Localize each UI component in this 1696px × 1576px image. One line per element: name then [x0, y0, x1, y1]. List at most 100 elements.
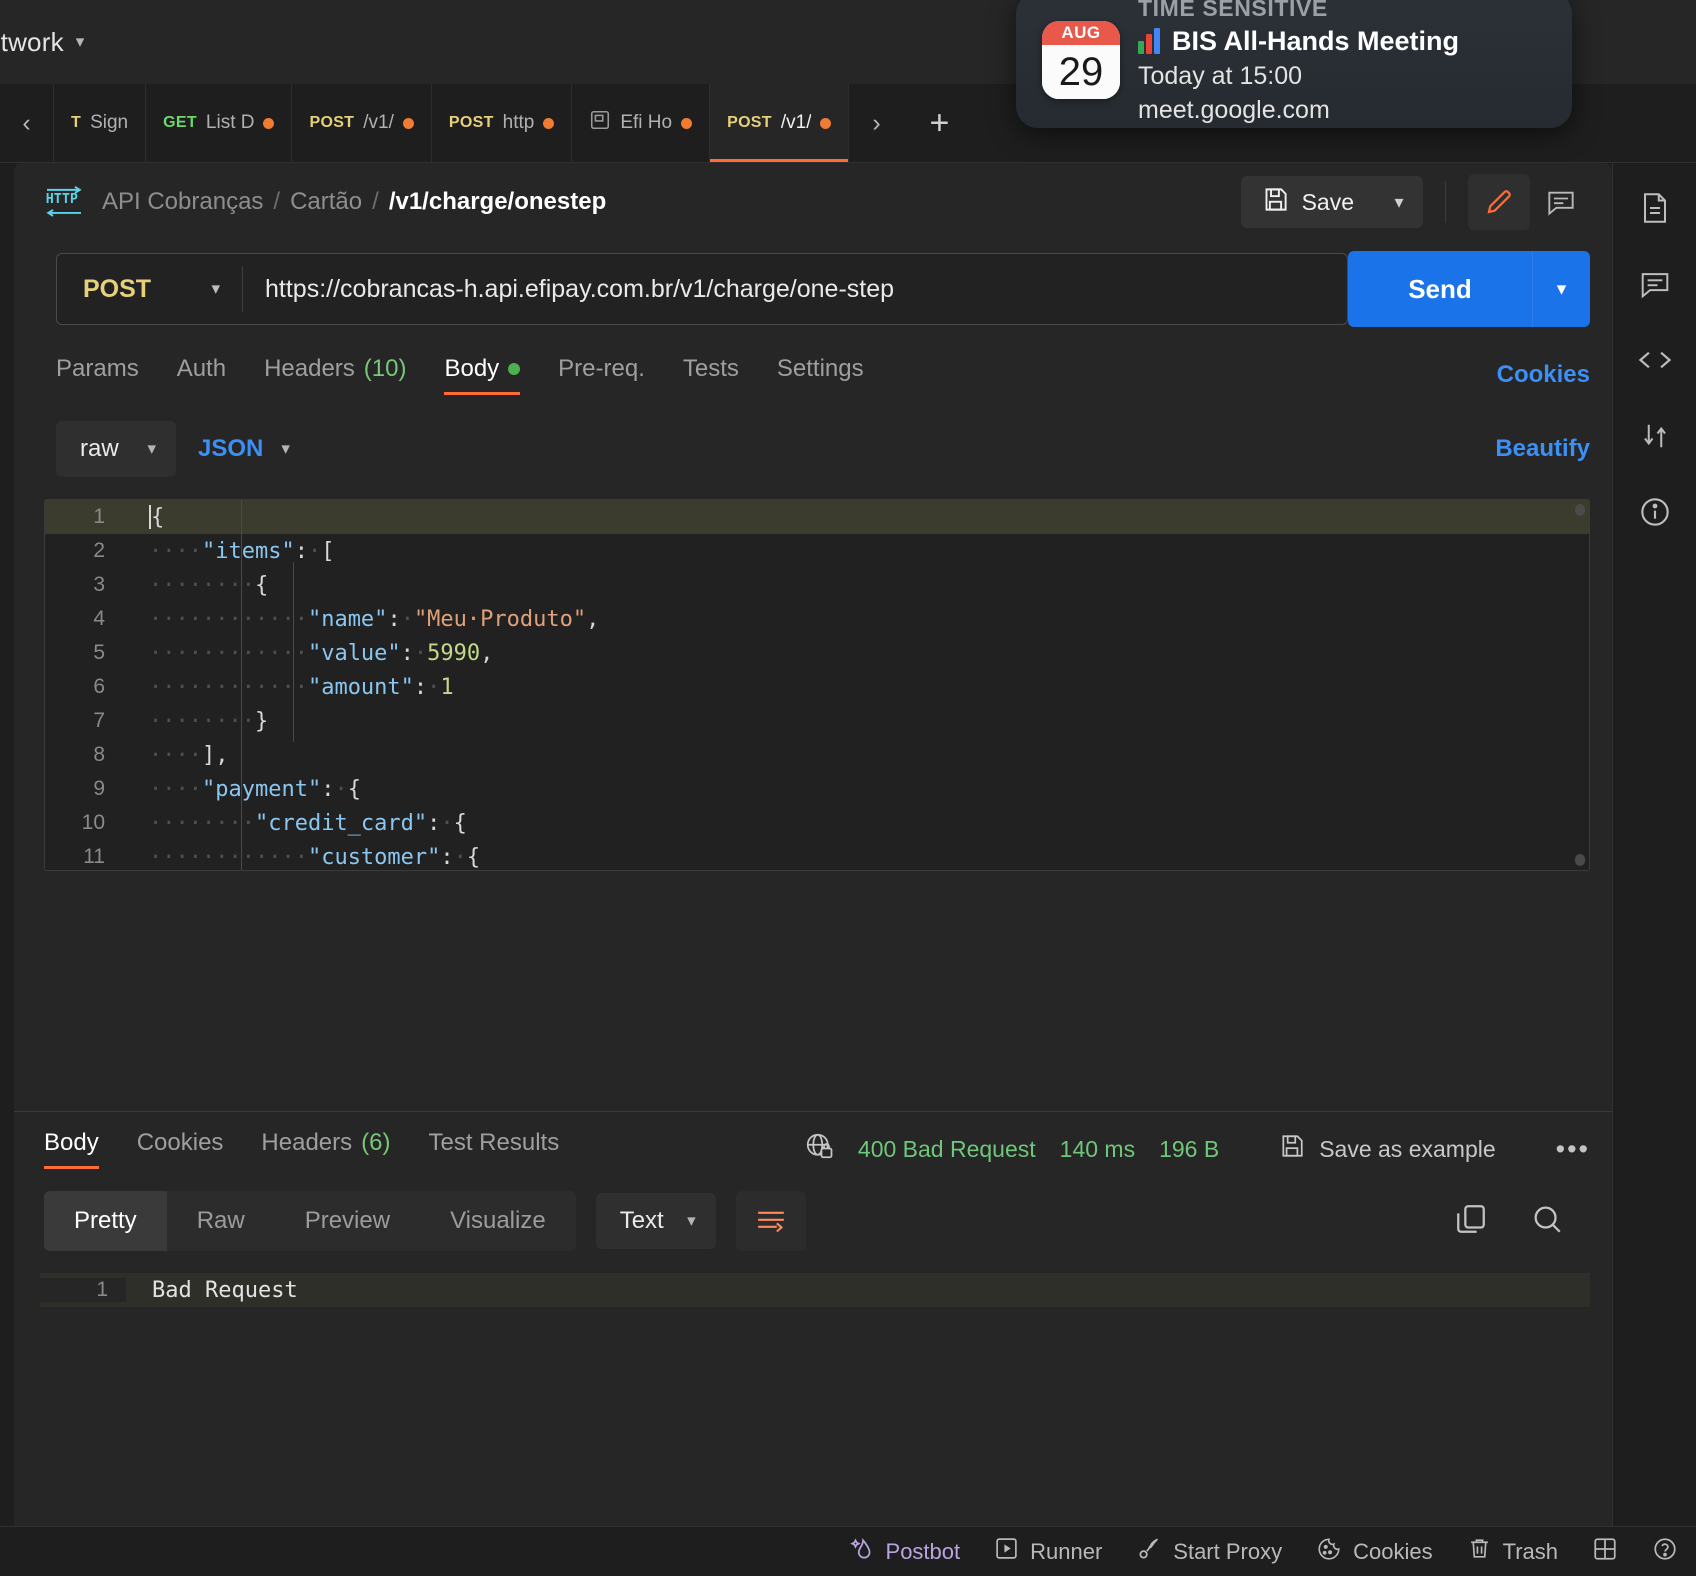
start-proxy-button[interactable]: Start Proxy: [1136, 1536, 1282, 1568]
related-requests-icon[interactable]: [1632, 413, 1678, 459]
request-tab-method: T: [71, 114, 82, 131]
code-text[interactable]: ············"amount":·1: [123, 675, 1589, 700]
response-tab-body[interactable]: Body: [44, 1129, 99, 1169]
line-number: 9: [93, 777, 105, 800]
trash-button[interactable]: Trash: [1467, 1536, 1558, 1567]
cookies-link[interactable]: Cookies: [1497, 361, 1590, 389]
save-as-example-button[interactable]: Save as example: [1279, 1133, 1496, 1165]
line-number: 5: [93, 641, 105, 664]
save-button[interactable]: Save: [1240, 176, 1375, 228]
tab-prereq[interactable]: Pre-req.: [558, 355, 645, 395]
method-selector[interactable]: POST ▾: [57, 275, 242, 304]
save-button-label: Save: [1301, 188, 1354, 215]
runner-label: Runner: [1030, 1538, 1103, 1564]
tab-params[interactable]: Params: [56, 355, 139, 395]
unsaved-indicator: [263, 117, 275, 129]
view-mode-pretty[interactable]: Pretty: [44, 1191, 167, 1251]
line-number: 11: [83, 845, 105, 868]
search-icon[interactable]: [1530, 1202, 1564, 1241]
pencil-icon[interactable]: [1468, 174, 1530, 230]
request-tab-label: List D: [205, 112, 255, 133]
beautify-button[interactable]: Beautify: [1495, 435, 1590, 463]
tab-headers[interactable]: Headers (10): [264, 355, 406, 395]
word-wrap-icon[interactable]: [735, 1191, 806, 1251]
tab-auth[interactable]: Auth: [177, 355, 226, 395]
response-tab-headers[interactable]: Headers (6): [261, 1129, 390, 1169]
trash-icon: [1467, 1536, 1492, 1567]
response-tab-cookies[interactable]: Cookies: [137, 1129, 224, 1169]
body-mode-selector[interactable]: raw ▾: [56, 421, 176, 477]
response-format-selector[interactable]: Text ▾: [595, 1193, 716, 1249]
documentation-icon[interactable]: [1632, 185, 1678, 231]
request-body-editor[interactable]: 1{2 ····"items":·[3 ········{4 ············…: [44, 499, 1590, 871]
view-mode-raw[interactable]: Raw: [167, 1191, 275, 1251]
new-tab-button[interactable]: +: [903, 84, 975, 162]
system-notification[interactable]: AUG 29 TIME SENSITIVE BIS All-Hands Meet…: [1016, 0, 1572, 128]
line-number: 8: [93, 743, 105, 766]
request-tab[interactable]: POST/v1/: [710, 84, 850, 162]
cookies-button[interactable]: Cookies: [1316, 1536, 1433, 1568]
breadcrumb-collection[interactable]: API Cobranças: [102, 188, 263, 216]
request-tab[interactable]: POST/v1/: [292, 84, 432, 162]
info-icon[interactable]: [1632, 489, 1678, 535]
runner-button[interactable]: Runner: [994, 1536, 1102, 1567]
code-text[interactable]: ············"value":·5990,: [123, 641, 1589, 666]
workspace-selector[interactable]: etwork ▾: [0, 27, 85, 58]
unsaved-indicator: [820, 117, 832, 129]
code-text[interactable]: ············"customer":·{: [123, 845, 1589, 870]
view-mode-preview[interactable]: Preview: [275, 1191, 420, 1251]
body-format-selector[interactable]: JSON ▾: [198, 435, 290, 463]
response-pane: Body Cookies Headers (6) Test Results 400 Ba…: [14, 1111, 1612, 1526]
code-text[interactable]: {: [123, 504, 1589, 530]
response-body-viewer[interactable]: 1 Bad Request: [40, 1273, 1590, 1307]
code-line: 8 ····],: [45, 738, 1589, 772]
code-text[interactable]: ····],: [123, 743, 1589, 768]
request-tab[interactable]: GET List D: [146, 84, 293, 162]
send-options-button[interactable]: ▾: [1532, 251, 1590, 327]
calendar-month: AUG: [1042, 21, 1120, 45]
tabs-scroll-left-button[interactable]: ‹: [0, 84, 54, 162]
more-options-icon[interactable]: •••: [1556, 1134, 1590, 1165]
tabs-scroll-right-button[interactable]: ›: [849, 84, 903, 162]
code-line: 11 ············"customer":·{: [45, 840, 1589, 870]
breadcrumb-folder[interactable]: Cartão: [290, 188, 362, 216]
tab-body[interactable]: Body: [444, 355, 521, 395]
response-line: 1 Bad Request: [40, 1273, 1590, 1307]
code-snippet-icon[interactable]: [1632, 337, 1678, 383]
request-pane: HTTP API Cobranças / Cartão / /v1/charge…: [14, 163, 1612, 1526]
code-text[interactable]: ····"items":·[: [123, 539, 1589, 564]
tab-tests[interactable]: Tests: [683, 355, 739, 395]
view-mode-visualize[interactable]: Visualize: [420, 1191, 576, 1251]
breadcrumb-separator-2: /: [372, 188, 379, 215]
tab-count: (10): [363, 355, 407, 382]
comment-icon[interactable]: [1530, 174, 1592, 230]
code-line: 4 ············"name":·"Meu·Produto",: [45, 602, 1589, 636]
request-tab[interactable]: POST http: [432, 84, 573, 162]
code-text[interactable]: ········}: [123, 709, 1589, 734]
request-tab[interactable]: T Sign: [54, 84, 147, 162]
tab-settings[interactable]: Settings: [777, 355, 864, 395]
editor-scrollbar-top[interactable]: [1575, 504, 1585, 516]
code-text[interactable]: ········"credit_card":·{: [123, 811, 1589, 836]
code-text[interactable]: ········{: [123, 573, 1589, 598]
response-view-modes: Pretty Raw Preview Visualize: [44, 1191, 576, 1251]
code-text[interactable]: ············"name":·"Meu·Produto",: [123, 607, 1589, 632]
save-options-button[interactable]: ▾: [1375, 176, 1423, 228]
send-button[interactable]: Send: [1348, 251, 1532, 327]
line-number: 1: [40, 1278, 126, 1302]
code-text[interactable]: ····"payment":·{: [123, 777, 1589, 802]
response-tab-testresults[interactable]: Test Results: [428, 1129, 559, 1169]
postbot-button[interactable]: Postbot: [849, 1536, 960, 1568]
layout-toggle-button[interactable]: [1592, 1536, 1618, 1568]
request-tab-label: Sign: [90, 112, 129, 133]
copy-icon[interactable]: [1454, 1202, 1488, 1241]
request-tab-method: POST: [727, 114, 772, 131]
help-button[interactable]: [1652, 1536, 1678, 1568]
tab-label: Pre-req.: [558, 355, 645, 382]
url-input[interactable]: https://cobrancas-h.api.efipay.com.br/v1…: [243, 275, 1347, 304]
postman-window: etwork ▾ ‹ T Sign GET List D POST/v1/POST ht…: [0, 0, 1696, 1576]
request-tab[interactable]: Efi Ho: [572, 84, 711, 162]
tab-label: Headers: [264, 355, 355, 382]
comments-icon[interactable]: [1632, 261, 1678, 307]
editor-scrollbar-bottom[interactable]: [1575, 854, 1585, 866]
